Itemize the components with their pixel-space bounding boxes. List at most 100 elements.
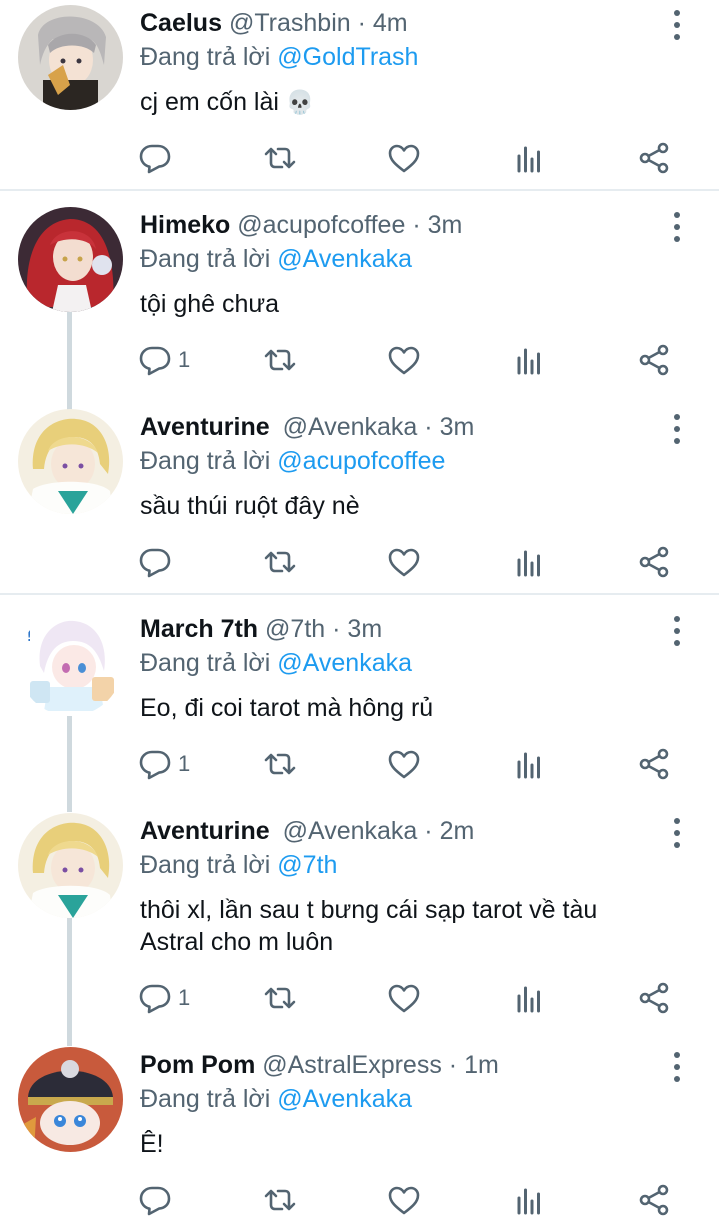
- views-icon: [513, 545, 547, 579]
- reply-button[interactable]: [138, 542, 178, 582]
- display-name[interactable]: Himeko: [140, 211, 230, 239]
- separator-dot: ·: [448, 1051, 458, 1079]
- retweet-button[interactable]: [263, 340, 297, 380]
- divider: [0, 189, 719, 191]
- replying-to: Đang trả lời @Avenkaka: [140, 244, 412, 274]
- retweet-button[interactable]: [263, 138, 297, 178]
- timestamp[interactable]: 2m: [440, 817, 475, 845]
- retweet-button[interactable]: [263, 542, 297, 582]
- timestamp[interactable]: 3m: [428, 211, 463, 239]
- retweet-button[interactable]: [263, 1180, 297, 1220]
- like-button[interactable]: [387, 138, 421, 178]
- more-icon[interactable]: [665, 212, 689, 242]
- share-button[interactable]: [637, 744, 671, 784]
- display-name[interactable]: Pom Pom: [140, 1051, 255, 1079]
- avatar[interactable]: !: [18, 611, 123, 716]
- avatar[interactable]: [18, 207, 123, 312]
- share-icon: [637, 141, 671, 175]
- views-button[interactable]: [513, 978, 547, 1018]
- display-name[interactable]: Aventurine: [140, 817, 270, 845]
- user-handle[interactable]: @Trashbin: [229, 9, 351, 37]
- share-button[interactable]: [637, 340, 671, 380]
- share-button[interactable]: [637, 542, 671, 582]
- reply-button[interactable]: 1: [138, 340, 190, 380]
- retweet-button[interactable]: [263, 744, 297, 784]
- more-icon[interactable]: [665, 1052, 689, 1082]
- user-handle[interactable]: @AstralExpress: [262, 1051, 442, 1079]
- display-name[interactable]: Caelus: [140, 9, 222, 37]
- tweet-header: Caelus @Trashbin · 4m: [140, 8, 408, 38]
- reply-button[interactable]: [138, 1180, 178, 1220]
- mention-link[interactable]: @7th: [277, 851, 337, 879]
- user-handle[interactable]: @Avenkaka: [283, 817, 418, 845]
- user-handle[interactable]: @Avenkaka: [283, 413, 418, 441]
- views-button[interactable]: [513, 340, 547, 380]
- reply-button[interactable]: [138, 138, 178, 178]
- views-button[interactable]: [513, 542, 547, 582]
- like-icon: [387, 343, 421, 377]
- tweet[interactable]: Caelus @Trashbin · 4m Đang trả lời @Gold…: [0, 0, 719, 190]
- like-icon: [387, 1183, 421, 1217]
- share-button[interactable]: [637, 138, 671, 178]
- views-icon: [513, 1183, 547, 1217]
- more-icon[interactable]: [665, 616, 689, 646]
- like-button[interactable]: [387, 1180, 421, 1220]
- tweet-text: sầu thúi ruột đây nè: [140, 492, 360, 520]
- share-icon: [637, 981, 671, 1015]
- more-icon[interactable]: [665, 414, 689, 444]
- share-button[interactable]: [637, 978, 671, 1018]
- replying-to: Đang trả lời @Avenkaka: [140, 1084, 412, 1114]
- timestamp[interactable]: 4m: [373, 9, 408, 37]
- share-icon: [637, 1183, 671, 1217]
- share-icon: [637, 343, 671, 377]
- share-icon: [637, 545, 671, 579]
- tweet[interactable]: Aventurine @Avenkaka · 2m Đang trả lời @…: [0, 806, 719, 1036]
- divider: [0, 593, 719, 595]
- mention-link[interactable]: @acupofcoffee: [277, 447, 445, 475]
- retweet-icon: [263, 1183, 297, 1217]
- reply-icon: [138, 141, 172, 175]
- retweet-icon: [263, 981, 297, 1015]
- share-button[interactable]: [637, 1180, 671, 1220]
- views-button[interactable]: [513, 744, 547, 784]
- display-name[interactable]: Aventurine: [140, 413, 270, 441]
- user-handle[interactable]: @acupofcoffee: [237, 211, 405, 239]
- tweet-text: Eo, đi coi tarot mà hông rủ: [140, 694, 434, 722]
- reply-button[interactable]: 1: [138, 978, 190, 1018]
- mention-link[interactable]: @Avenkaka: [277, 649, 412, 677]
- replying-to: Đang trả lời @7th: [140, 850, 337, 880]
- tweet[interactable]: ! March 7th @7th · 3m Đang trả lời @Aven…: [0, 604, 719, 796]
- tweet-text: thôi xl, lần sau t bưng cái sạp tarot về…: [140, 894, 700, 958]
- tweet-text-body: cj em cốn lài: [140, 88, 279, 116]
- separator-dot: ·: [424, 817, 433, 845]
- more-icon[interactable]: [665, 10, 689, 40]
- like-button[interactable]: [387, 542, 421, 582]
- like-button[interactable]: [387, 340, 421, 380]
- like-button[interactable]: [387, 744, 421, 784]
- replying-to-label: Đang trả lời: [140, 447, 271, 475]
- display-name[interactable]: March 7th: [140, 615, 258, 643]
- mention-link[interactable]: @Avenkaka: [277, 1085, 412, 1113]
- like-button[interactable]: [387, 978, 421, 1018]
- reply-icon: [138, 545, 172, 579]
- tweet[interactable]: Aventurine @Avenkaka · 3m Đang trả lời @…: [0, 402, 719, 592]
- avatar[interactable]: [18, 813, 123, 918]
- mention-link[interactable]: @Avenkaka: [277, 245, 412, 273]
- tweet-actions: [0, 138, 719, 178]
- timestamp[interactable]: 3m: [440, 413, 475, 441]
- tweet[interactable]: Pom Pom @AstralExpress · 1m Đang trả lời…: [0, 1040, 719, 1224]
- views-button[interactable]: [513, 1180, 547, 1220]
- avatar[interactable]: [18, 5, 123, 110]
- timestamp[interactable]: 3m: [347, 615, 382, 643]
- reply-button[interactable]: 1: [138, 744, 190, 784]
- avatar[interactable]: [18, 409, 123, 514]
- reply-count: 1: [178, 751, 191, 776]
- retweet-button[interactable]: [263, 978, 297, 1018]
- views-button[interactable]: [513, 138, 547, 178]
- user-handle[interactable]: @7th: [265, 615, 325, 643]
- avatar[interactable]: [18, 1047, 123, 1152]
- more-icon[interactable]: [665, 818, 689, 848]
- tweet[interactable]: Himeko @acupofcoffee · 3m Đang trả lời @…: [0, 200, 719, 392]
- timestamp[interactable]: 1m: [464, 1051, 499, 1079]
- mention-link[interactable]: @GoldTrash: [277, 43, 418, 71]
